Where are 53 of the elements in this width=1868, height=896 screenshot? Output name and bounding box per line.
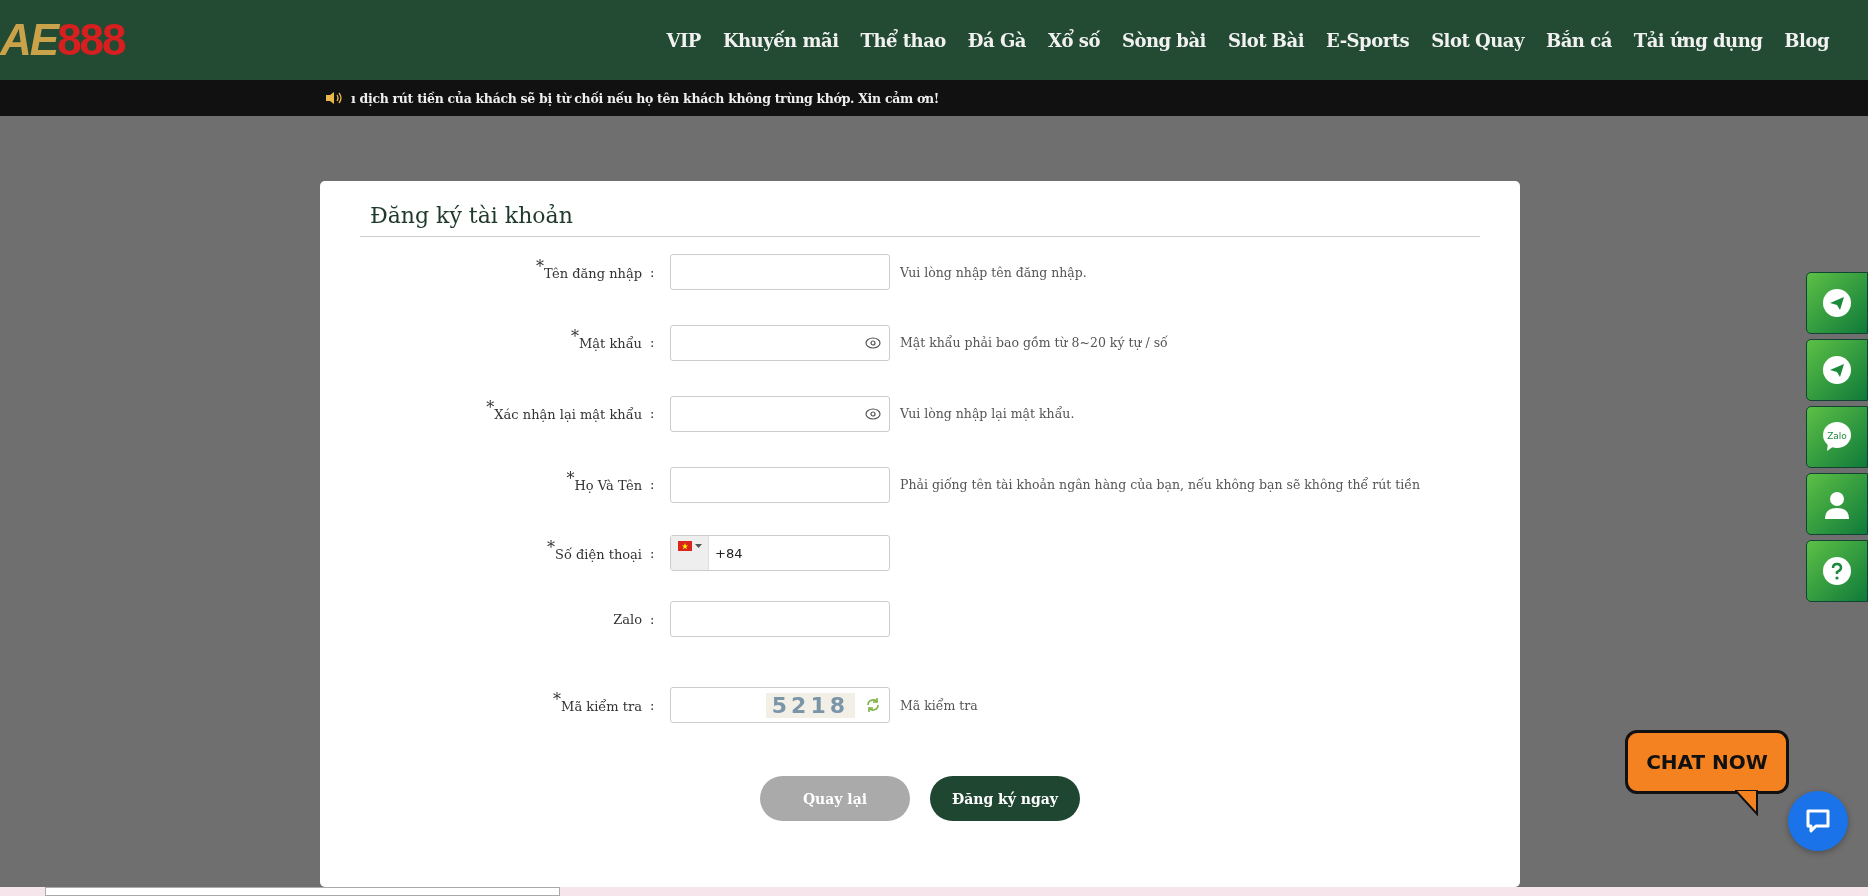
- nav-link[interactable]: Sòng bài: [1110, 29, 1217, 51]
- paper-plane-icon: [1822, 355, 1852, 385]
- nav-link[interactable]: Bắn cá: [1534, 29, 1623, 51]
- input-field[interactable]: [670, 254, 890, 290]
- support-agent-button[interactable]: [1806, 473, 1868, 535]
- field-hint: Mã kiểm tra: [900, 697, 979, 713]
- colon: :: [650, 611, 656, 627]
- telegram-button[interactable]: [1806, 272, 1868, 334]
- input-field[interactable]: +84: [670, 535, 890, 571]
- help-icon: [1822, 556, 1852, 586]
- field-label: Zalo: [612, 611, 643, 627]
- colon: :: [650, 697, 656, 713]
- input-field[interactable]: [670, 395, 890, 432]
- caret-icon: [695, 544, 702, 549]
- colon: :: [650, 477, 656, 492]
- colon: :: [650, 264, 656, 280]
- support-agent-icon: [1822, 489, 1852, 519]
- input-field[interactable]: [670, 324, 890, 361]
- chat-now-bubble[interactable]: CHAT NOW: [1625, 730, 1789, 794]
- field-hint: Mật khẩu phải bao gồm từ 8~20 ký tự / số: [900, 335, 1169, 350]
- captcha-image: 5218: [765, 692, 855, 718]
- register-button[interactable]: Đăng ký ngay: [930, 776, 1080, 821]
- zalo-button[interactable]: Zalo: [1806, 406, 1868, 468]
- flag-icon: [678, 541, 692, 551]
- flag-dropdown[interactable]: [671, 536, 709, 570]
- paper-plane-icon: [1822, 288, 1852, 318]
- colon: :: [650, 545, 656, 561]
- nav-link[interactable]: Xổ số: [1037, 29, 1111, 51]
- field-hint: Vui lòng nhập tên đăng nhập.: [900, 264, 1088, 280]
- ticker-text: ı dịch rút tiền của khách sẽ bị từ chối nếu họ tên khách không trùng khớp. Xin cảm ơn!: [351, 90, 939, 106]
- nav-link[interactable]: Slot Bài: [1216, 29, 1316, 51]
- field-hint: Vui lòng nhập lại mật khẩu.: [900, 406, 1076, 421]
- help-button[interactable]: [1806, 540, 1868, 602]
- nav-link[interactable]: Slot Quay: [1420, 29, 1535, 51]
- input-field[interactable]: [670, 466, 890, 503]
- chat-button[interactable]: [1788, 791, 1848, 851]
- nav-link[interactable]: Khuyến mãi: [711, 29, 850, 51]
- nav-link[interactable]: Đá Gà: [956, 29, 1037, 51]
- nav-link[interactable]: Tải ứng dụng: [1622, 29, 1774, 51]
- colon: :: [650, 406, 656, 421]
- input-field[interactable]: [670, 601, 890, 637]
- speaker-icon: [325, 91, 343, 105]
- form-title: Đăng ký tài khoản: [360, 199, 1480, 237]
- nav-link[interactable]: VIP: [655, 29, 712, 51]
- nav-link[interactable]: Blog: [1773, 29, 1840, 51]
- eye-icon[interactable]: [865, 336, 881, 349]
- nav-link[interactable]: Thể thao: [849, 29, 957, 51]
- colon: :: [650, 335, 656, 350]
- phone-value: +84: [715, 545, 743, 561]
- nav-link[interactable]: E-Sports: [1315, 29, 1421, 51]
- telegram-button[interactable]: [1806, 339, 1868, 401]
- field-hint: Phải giống tên tài khoản ngân hàng của bạn, nếu không bạn sẽ không thể rút tiền: [900, 477, 1421, 492]
- eye-icon[interactable]: [865, 407, 881, 420]
